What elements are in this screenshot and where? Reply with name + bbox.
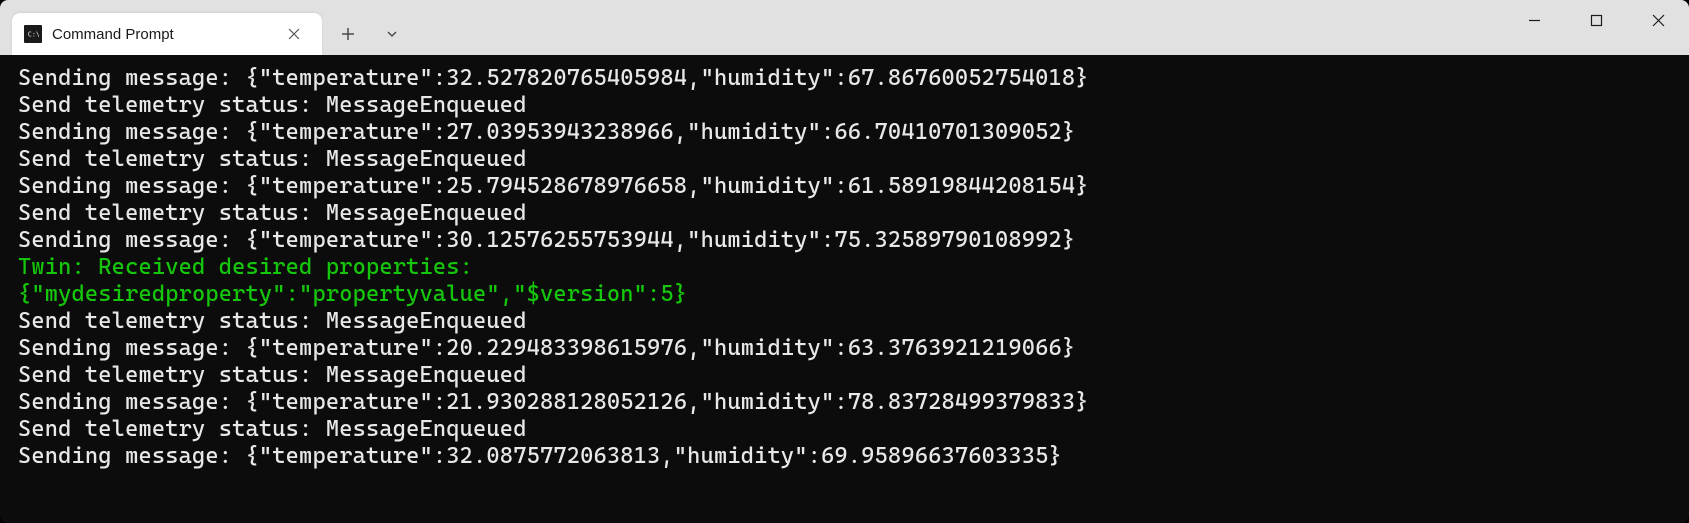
console-line: Send telemetry status: MessageEnqueued bbox=[18, 308, 1687, 335]
tab-dropdown-button[interactable] bbox=[372, 18, 412, 50]
console-line: Sending message: {"temperature":27.03953… bbox=[18, 119, 1687, 146]
titlebar: C:\ Command Prompt bbox=[0, 0, 1689, 55]
tab-title: Command Prompt bbox=[52, 26, 272, 43]
tab-actions bbox=[322, 13, 418, 55]
new-tab-button[interactable] bbox=[328, 18, 368, 50]
console-line: Sending message: {"temperature":20.22948… bbox=[18, 335, 1687, 362]
console-line: Sending message: {"temperature":32.52782… bbox=[18, 65, 1687, 92]
console-line: Twin: Received desired properties: bbox=[18, 254, 1687, 281]
console-output[interactable]: Sending message: {"temperature":32.52782… bbox=[0, 55, 1689, 523]
console-line: Send telemetry status: MessageEnqueued bbox=[18, 416, 1687, 443]
console-line: Sending message: {"temperature":25.79452… bbox=[18, 173, 1687, 200]
maximize-button[interactable] bbox=[1565, 0, 1627, 40]
console-line: Sending message: {"temperature":21.93028… bbox=[18, 389, 1687, 416]
close-window-button[interactable] bbox=[1627, 0, 1689, 40]
console-line: Send telemetry status: MessageEnqueued bbox=[18, 362, 1687, 389]
svg-text:C:\: C:\ bbox=[28, 30, 39, 38]
window-controls bbox=[1503, 0, 1689, 40]
console-line: {"mydesiredproperty":"propertyvalue","$v… bbox=[18, 281, 1687, 308]
console-line: Send telemetry status: MessageEnqueued bbox=[18, 146, 1687, 173]
tab-close-button[interactable] bbox=[280, 20, 308, 48]
terminal-window: C:\ Command Prompt bbox=[0, 0, 1689, 523]
console-line: Send telemetry status: MessageEnqueued bbox=[18, 92, 1687, 119]
command-prompt-icon: C:\ bbox=[24, 25, 42, 43]
console-line: Sending message: {"temperature":32.08757… bbox=[18, 443, 1687, 470]
console-line: Send telemetry status: MessageEnqueued bbox=[18, 200, 1687, 227]
tab-command-prompt[interactable]: C:\ Command Prompt bbox=[12, 13, 322, 55]
console-line: Sending message: {"temperature":30.12576… bbox=[18, 227, 1687, 254]
minimize-button[interactable] bbox=[1503, 0, 1565, 40]
